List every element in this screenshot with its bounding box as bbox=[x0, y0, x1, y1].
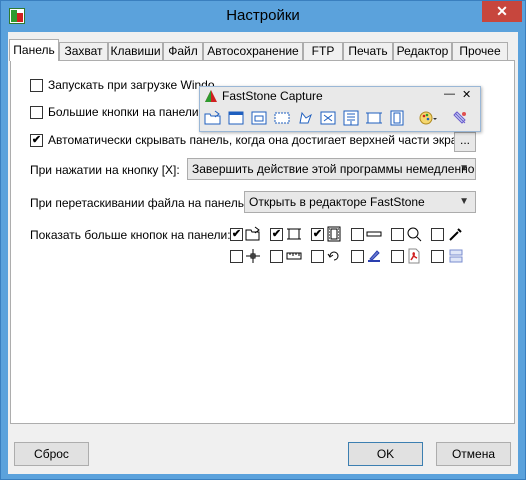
close-window-button[interactable]: ✕ bbox=[482, 1, 522, 22]
open-folder-icon[interactable] bbox=[204, 110, 222, 126]
capture-window-icon[interactable] bbox=[227, 110, 245, 126]
on-close-select[interactable]: Завершить действие этой программы немедл… bbox=[187, 158, 476, 180]
magnifier-icon bbox=[407, 227, 422, 242]
extra-ruler-checkbox[interactable] bbox=[270, 250, 283, 263]
extra-pdf-checkbox[interactable] bbox=[391, 250, 404, 263]
on-close-label: При нажатии на кнопку [X]: bbox=[30, 163, 180, 177]
big-buttons-checkbox[interactable] bbox=[30, 106, 43, 119]
tab-capture[interactable]: Захват bbox=[59, 42, 108, 61]
extra-crosshair-checkbox[interactable] bbox=[230, 250, 243, 263]
extra-line-checkbox[interactable] bbox=[351, 228, 364, 241]
cancel-button[interactable]: Отмена bbox=[436, 442, 511, 466]
settings-window: Настройки ✕ Панель Захват Клавиши Файл А… bbox=[0, 0, 526, 480]
extra-draw-checkbox[interactable] bbox=[351, 250, 364, 263]
tab-hotkeys[interactable]: Клавиши bbox=[108, 42, 163, 61]
capture-rect-icon[interactable] bbox=[273, 110, 291, 126]
extra-color-picker-checkbox[interactable] bbox=[431, 228, 444, 241]
pdf-icon bbox=[408, 248, 420, 264]
tab-editor[interactable]: Редактор bbox=[393, 42, 452, 61]
tab-file[interactable]: Файл bbox=[163, 42, 203, 61]
line-icon bbox=[366, 231, 382, 237]
draw-icon bbox=[368, 250, 380, 262]
extra-open-checkbox[interactable]: ✔ bbox=[230, 228, 243, 241]
capture-scroll-icon[interactable] bbox=[342, 110, 360, 126]
color-picker-icon bbox=[449, 228, 462, 241]
capture-fullscreen-icon[interactable] bbox=[319, 110, 337, 126]
startup-label: Запускать при загрузке Windo bbox=[48, 78, 215, 92]
on-drag-label: При перетаскивании файла на панель: bbox=[30, 196, 248, 210]
big-buttons-label: Большие кнопки на панели bbox=[48, 105, 199, 119]
capture-freehand-icon[interactable] bbox=[296, 110, 314, 126]
autohide-label: Автоматически скрывать панель, когда она… bbox=[48, 133, 471, 147]
capture-fixed-icon[interactable] bbox=[365, 110, 383, 126]
more-buttons-label: Показать больше кнопок на панели: bbox=[30, 228, 231, 242]
extra-crop-checkbox[interactable]: ✔ bbox=[270, 228, 283, 241]
on-drag-select-value: Открыть в редакторе FastStone bbox=[249, 195, 425, 209]
chevron-down-icon: ▼ bbox=[459, 196, 469, 207]
tab-other[interactable]: Прочее bbox=[452, 42, 508, 61]
autohide-checkbox[interactable]: ✔ bbox=[30, 134, 43, 147]
extra-magnifier-checkbox[interactable] bbox=[391, 228, 404, 241]
crosshair-icon bbox=[246, 249, 260, 263]
tab-panel[interactable]: Панель bbox=[9, 39, 59, 61]
on-drag-select[interactable]: Открыть в редакторе FastStone ▼ bbox=[244, 191, 476, 213]
tab-autosave[interactable]: Автосохранение bbox=[203, 42, 303, 61]
undo-icon bbox=[327, 251, 339, 261]
settings-icon[interactable] bbox=[452, 110, 470, 126]
extra-undo-checkbox[interactable] bbox=[311, 250, 324, 263]
chevron-down-icon: ▼ bbox=[459, 163, 469, 174]
faststone-logo-icon bbox=[205, 90, 217, 102]
toolbar-minimize-button[interactable]: — bbox=[444, 88, 455, 100]
faststone-capture-toolbar[interactable]: FastStone Capture — ✕ bbox=[199, 86, 481, 132]
output-settings-icon[interactable] bbox=[419, 110, 437, 126]
tab-print[interactable]: Печать bbox=[343, 42, 393, 61]
video-record-icon[interactable] bbox=[388, 110, 406, 126]
reset-button[interactable]: Сброс bbox=[14, 442, 89, 466]
extra-film-checkbox[interactable]: ✔ bbox=[311, 228, 324, 241]
on-close-select-value: Завершить действие этой программы немедл… bbox=[192, 162, 475, 176]
ok-button[interactable]: OK bbox=[348, 442, 423, 466]
ruler-icon bbox=[286, 252, 302, 260]
toolbar-close-button[interactable]: ✕ bbox=[462, 88, 471, 101]
open-icon bbox=[245, 226, 260, 241]
crop-icon bbox=[287, 228, 301, 240]
extra-compare-checkbox[interactable] bbox=[431, 250, 444, 263]
capture-object-icon[interactable] bbox=[250, 110, 268, 126]
autohide-options-button[interactable]: ... bbox=[454, 132, 476, 152]
toolbar-title: FastStone Capture bbox=[222, 89, 323, 103]
compare-icon bbox=[449, 249, 463, 263]
startup-checkbox[interactable] bbox=[30, 79, 43, 92]
title-bar[interactable]: Настройки ✕ bbox=[1, 1, 525, 31]
tab-ftp[interactable]: FTP bbox=[303, 42, 343, 61]
tab-strip: Панель Захват Клавиши Файл Автосохранени… bbox=[8, 39, 518, 61]
film-icon bbox=[327, 226, 341, 242]
toolbar-title-bar[interactable]: FastStone Capture — ✕ bbox=[200, 87, 480, 105]
window-title: Настройки bbox=[226, 7, 300, 24]
